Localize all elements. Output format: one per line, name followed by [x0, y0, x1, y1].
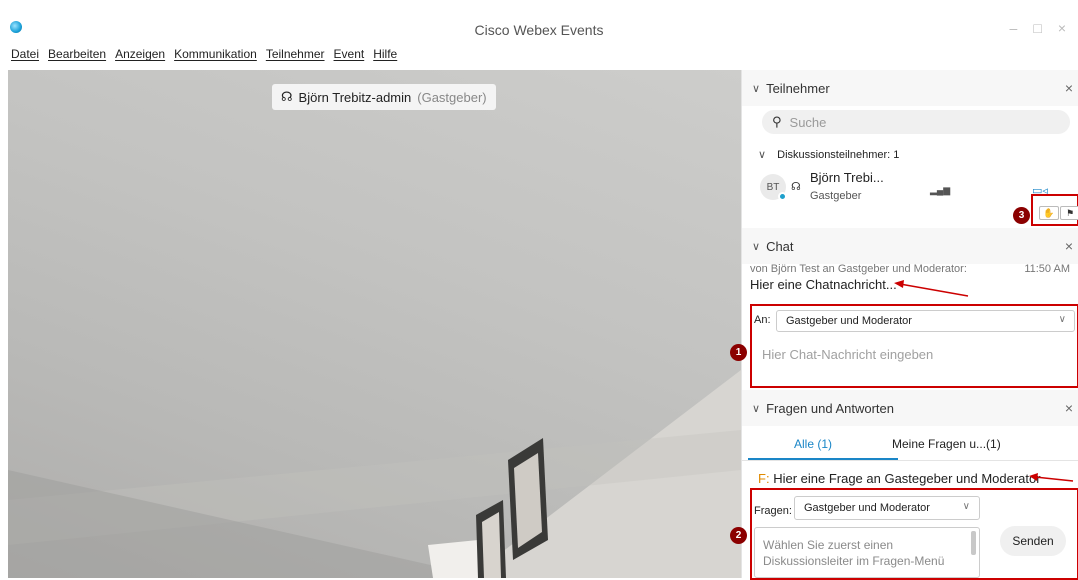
chat-recipient-value: Gastgeber und Moderator	[786, 315, 912, 327]
send-question-button[interactable]: Senden	[1000, 526, 1066, 556]
chat-message-input[interactable]: Hier Chat-Nachricht eingeben	[762, 347, 933, 362]
qa-input-placeholder: Wählen Sie zuerst einen Diskussionsleite…	[763, 538, 945, 568]
tab-all-questions[interactable]: Alle (1)	[794, 437, 832, 451]
title-bar: Cisco Webex Events – □ ×	[0, 0, 1078, 45]
tab-divider	[742, 460, 1078, 461]
search-icon: ⚲	[772, 114, 782, 129]
chevron-down-icon[interactable]: ∨	[752, 240, 760, 253]
signal-bars-icon: ▂▄▆	[930, 185, 951, 195]
annotation-badge-2: 2	[730, 527, 747, 544]
chat-header[interactable]: ∨ Chat ×	[742, 228, 1078, 264]
chat-to-label: An:	[754, 314, 771, 326]
panelists-group-toggle[interactable]: ∨ Diskussionsteilnehmer: 1	[758, 148, 899, 161]
qa-recipient-value: Gastgeber und Moderator	[804, 502, 930, 514]
camera-wall-scene	[8, 370, 741, 578]
chevron-down-icon: ∨	[1058, 314, 1066, 325]
close-icon[interactable]: ×	[1065, 238, 1073, 254]
side-panel: ∨ Teilnehmer × ⚲ Suche ∨ Diskussionsteil…	[730, 70, 1078, 580]
chevron-down-icon[interactable]: ∨	[752, 82, 760, 95]
panelists-label: Diskussionsteilnehmer: 1	[777, 149, 900, 161]
scrollbar[interactable]	[971, 531, 976, 555]
annotation-arrow-chat	[894, 280, 969, 297]
raise-hand-button[interactable]: ✋	[1039, 206, 1059, 220]
search-placeholder: Suche	[789, 114, 827, 130]
annotation-arrow-qa	[1029, 473, 1074, 482]
participant-role: Gastgeber	[810, 190, 862, 202]
menu-bearbeiten[interactable]: Bearbeiten	[48, 47, 106, 67]
flag-button[interactable]: ⚑	[1060, 206, 1078, 220]
video-stage: ☊ Björn Trebitz-admin (Gastgeber)	[8, 70, 741, 578]
menu-anzeigen[interactable]: Anzeigen	[115, 47, 165, 67]
chevron-down-icon[interactable]: ∨	[752, 402, 760, 415]
chat-message-text: Hier eine Chatnachricht...	[750, 277, 897, 292]
webex-status-icon	[778, 192, 787, 201]
active-tab-indicator	[748, 458, 898, 460]
qa-header[interactable]: ∨ Fragen und Antworten ×	[742, 390, 1078, 426]
window-title: Cisco Webex Events	[474, 22, 604, 38]
qa-title: Fragen und Antworten	[766, 400, 894, 416]
participant-search-input[interactable]: ⚲ Suche	[762, 110, 1070, 134]
maximize-icon[interactable]: □	[1033, 20, 1041, 36]
qa-question-item[interactable]: F: Hier eine Frage an Gastegeber und Mod…	[758, 471, 1041, 486]
speaker-name: Björn Trebitz-admin	[298, 89, 412, 105]
close-icon[interactable]: ×	[1065, 80, 1073, 96]
headset-icon: ☊	[791, 181, 801, 193]
minimize-icon[interactable]: –	[1010, 20, 1018, 36]
menu-teilnehmer[interactable]: Teilnehmer	[266, 47, 325, 67]
chevron-down-icon: ∨	[962, 501, 970, 512]
annotation-badge-1: 1	[730, 344, 747, 361]
annotation-badge-3: 3	[1013, 207, 1030, 224]
question-text: Hier eine Frage an Gastegeber und Modera…	[773, 471, 1041, 486]
chat-message-meta: von Björn Test an Gastgeber und Moderato…	[750, 263, 967, 275]
window-controls: – □ ×	[1010, 20, 1066, 36]
question-prefix: F:	[758, 471, 770, 486]
menu-datei[interactable]: Datei	[11, 47, 39, 67]
chat-recipient-select[interactable]: Gastgeber und Moderator ∨	[776, 310, 1075, 332]
speaker-role: (Gastgeber)	[417, 89, 487, 105]
menu-kommunikation[interactable]: Kommunikation	[174, 47, 257, 67]
chat-message-time: 11:50 AM	[1024, 263, 1070, 275]
participant-row[interactable]: BT ☊ Björn Trebi... Gastgeber ▂▄▆ ▭◃	[760, 168, 1070, 204]
qa-question-input[interactable]: Wählen Sie zuerst einen Diskussionsleite…	[754, 527, 980, 578]
menu-event[interactable]: Event	[334, 47, 365, 67]
chat-title: Chat	[766, 238, 794, 254]
menu-hilfe[interactable]: Hilfe	[373, 47, 397, 67]
participant-name: Björn Trebi...	[810, 170, 884, 185]
menu-bar: Datei Bearbeiten Anzeigen Kommunikation …	[0, 47, 740, 67]
qa-ask-label: Fragen:	[754, 505, 792, 517]
participants-title: Teilnehmer	[766, 80, 830, 96]
host-headset-icon: ☊	[281, 89, 293, 104]
close-icon[interactable]: ×	[1065, 400, 1073, 416]
participants-header[interactable]: ∨ Teilnehmer ×	[742, 70, 1078, 106]
close-icon[interactable]: ×	[1058, 20, 1066, 36]
qa-recipient-select[interactable]: Gastgeber und Moderator ∨	[794, 496, 980, 520]
active-speaker-label: ☊ Björn Trebitz-admin (Gastgeber)	[272, 84, 496, 110]
tab-my-questions[interactable]: Meine Fragen u...(1)	[892, 437, 1001, 451]
chevron-down-icon: ∨	[758, 149, 767, 161]
